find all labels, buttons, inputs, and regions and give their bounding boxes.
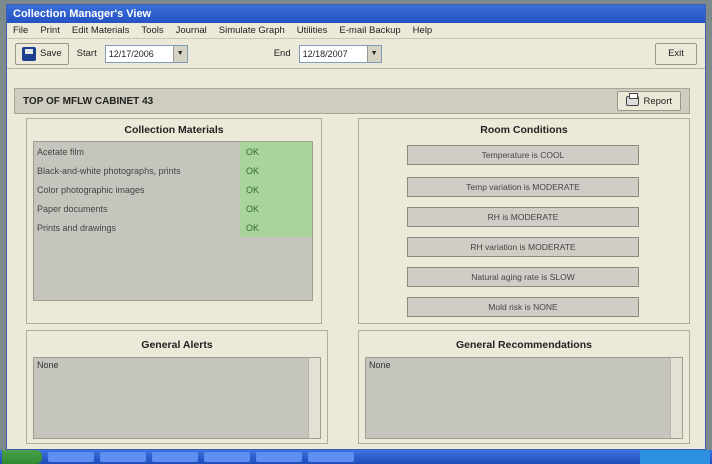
- recommendations-textarea[interactable]: None: [365, 357, 683, 439]
- location-header: TOP OF MFLW CABINET 43 Report: [14, 88, 690, 114]
- system-tray: [640, 450, 710, 464]
- end-date-label: End: [273, 48, 291, 59]
- material-name: Paper documents: [37, 203, 108, 214]
- end-date-value: 12/18/2007: [302, 48, 348, 59]
- exit-label: Exit: [668, 48, 684, 59]
- start-button[interactable]: [2, 450, 42, 464]
- status-badge: OK: [240, 161, 312, 180]
- status-badge: OK: [240, 142, 312, 161]
- report-label: Report: [643, 95, 672, 107]
- status-badge: OK: [240, 180, 312, 199]
- condition-rh-variation[interactable]: RH variation is MODERATE: [407, 237, 639, 257]
- menu-tools[interactable]: Tools: [141, 25, 163, 36]
- material-name: Black-and-white photographs, prints: [37, 165, 181, 176]
- alerts-scrollbar[interactable]: [308, 358, 320, 438]
- menu-help[interactable]: Help: [413, 25, 433, 36]
- taskbar-item[interactable]: [256, 452, 302, 462]
- conditions-panel: Room Conditions Temperature is COOL Temp…: [358, 118, 690, 324]
- exit-button[interactable]: Exit: [655, 42, 697, 65]
- start-date-value: 12/17/2006: [108, 48, 154, 59]
- start-date-picker[interactable]: 12/17/2006 ▼: [104, 44, 188, 63]
- condition-temp-variation[interactable]: Temp variation is MODERATE: [407, 177, 639, 197]
- material-name: Prints and drawings: [37, 222, 117, 233]
- condition-rh[interactable]: RH is MODERATE: [407, 207, 639, 227]
- list-item[interactable]: Prints and drawings OK: [34, 218, 312, 237]
- recommendations-title: General Recommendations: [456, 339, 592, 351]
- list-item[interactable]: Acetate film OK: [34, 142, 312, 161]
- materials-title: Collection Materials: [124, 124, 224, 136]
- save-button[interactable]: Save: [15, 42, 69, 65]
- condition-mold-risk[interactable]: Mold risk is NONE: [407, 297, 639, 317]
- location-title: TOP OF MFLW CABINET 43: [23, 95, 154, 107]
- taskbar-item[interactable]: [308, 452, 354, 462]
- list-item[interactable]: Black-and-white photographs, prints OK: [34, 161, 312, 180]
- condition-aging-rate[interactable]: Natural aging rate is SLOW: [407, 267, 639, 287]
- taskbar-item[interactable]: [204, 452, 250, 462]
- save-label: Save: [40, 48, 62, 59]
- report-button[interactable]: Report: [617, 91, 681, 111]
- recommendations-scrollbar[interactable]: [670, 358, 682, 438]
- material-name: Color photographic images: [37, 184, 145, 195]
- alerts-text: None: [37, 360, 59, 370]
- materials-list[interactable]: Acetate film OK Black-and-white photogra…: [33, 141, 313, 301]
- recommendations-panel: General Recommendations None: [358, 330, 690, 444]
- menu-print[interactable]: Print: [40, 25, 60, 36]
- menu-file[interactable]: File: [13, 25, 28, 36]
- status-badge: OK: [240, 199, 312, 218]
- save-icon: [22, 46, 36, 61]
- toolbar: Save Start 12/17/2006 ▼ End 12/18/2007 ▼…: [7, 39, 705, 69]
- recommendations-text: None: [369, 360, 391, 370]
- list-item[interactable]: Color photographic images OK: [34, 180, 312, 199]
- end-date-picker[interactable]: 12/18/2007 ▼: [298, 44, 382, 63]
- menu-journal[interactable]: Journal: [176, 25, 207, 36]
- menu-email-backup[interactable]: E-mail Backup: [339, 25, 400, 36]
- taskbar-item[interactable]: [100, 452, 146, 462]
- condition-temperature[interactable]: Temperature is COOL: [407, 145, 639, 165]
- window-title: Collection Manager's View: [7, 5, 705, 23]
- materials-panel: Collection Materials Acetate film OK Bla…: [26, 118, 322, 324]
- alerts-panel: General Alerts None: [26, 330, 328, 444]
- start-date-label: Start: [76, 48, 97, 59]
- os-taskbar: [0, 450, 712, 464]
- printer-icon: [626, 93, 640, 106]
- menu-edit-materials[interactable]: Edit Materials: [72, 25, 130, 36]
- material-name: Acetate film: [37, 146, 85, 157]
- menu-bar: File Print Edit Materials Tools Journal …: [7, 23, 705, 39]
- menu-simulate-graph[interactable]: Simulate Graph: [219, 25, 285, 36]
- conditions-title: Room Conditions: [480, 124, 568, 136]
- taskbar-item[interactable]: [48, 452, 94, 462]
- chevron-down-icon[interactable]: ▼: [172, 45, 187, 62]
- menu-utilities[interactable]: Utilities: [297, 25, 328, 36]
- status-badge: OK: [240, 218, 312, 237]
- list-item[interactable]: Paper documents OK: [34, 199, 312, 218]
- alerts-textarea[interactable]: None: [33, 357, 321, 439]
- chevron-down-icon[interactable]: ▼: [366, 45, 381, 62]
- alerts-title: General Alerts: [141, 339, 213, 351]
- taskbar-item[interactable]: [152, 452, 198, 462]
